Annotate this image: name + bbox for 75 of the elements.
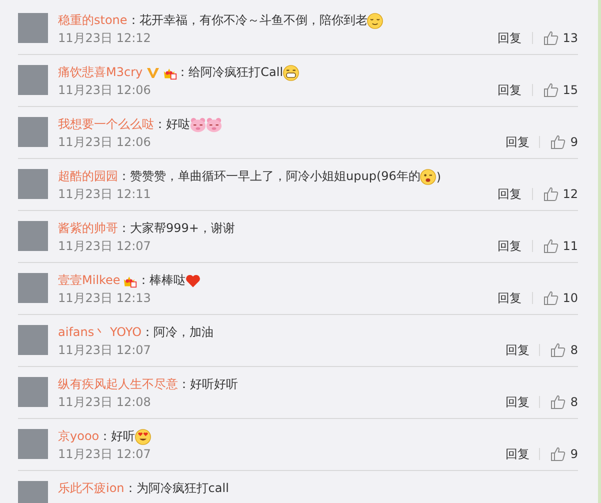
reply-link[interactable]: 回复 [505,394,530,410]
reply-link[interactable]: 回复 [505,134,530,150]
user-name-link[interactable]: aifans丶 YOYO [58,324,142,341]
avatar-photo-placeholder[interactable] [18,117,48,147]
user-name-link[interactable]: 酱紫的帅哥 [58,220,118,237]
thumbs-up-icon[interactable] [542,290,559,306]
smiley-face-icon [420,168,436,184]
like-count: 10 [562,291,578,305]
reply-link[interactable]: 回复 [498,290,522,306]
comment-date: 11月23日 12:07 [58,342,151,358]
user-name-link[interactable]: 我想要一个么么哒 [58,116,154,133]
pig-face-icon [206,116,222,132]
thumbs-up-icon[interactable] [550,394,566,410]
comment-text: ：给阿冷疯狂打Call [176,64,284,81]
avatar-photo-placeholder[interactable] [18,13,48,43]
like-count: 9 [570,447,578,461]
thumbs-up-icon[interactable] [542,30,559,46]
user-name-link[interactable]: 超酷的园园 [58,168,118,185]
comment-text: ：棒棒哒 [137,272,186,289]
pig-face-icon [190,116,206,132]
comment-date: 11月23日 12:12 [58,30,151,46]
reply-link[interactable]: 回复 [498,238,522,254]
comment-date: 11月23日 12:07 [58,446,151,462]
thumbs-up-icon[interactable] [550,342,566,358]
heart-icon [185,272,202,288]
user-name-link[interactable]: 纵有疾风起人生不尽意 [58,376,178,393]
reply-link[interactable]: 回复 [498,30,522,46]
avatar-photo-placeholder[interactable] [18,169,48,199]
comment-text: ：好哒 [154,116,190,133]
reply-link[interactable]: 回复 [498,186,522,202]
reply-link[interactable]: 回复 [505,446,530,462]
thumbs-up-icon[interactable] [550,134,566,150]
comment-text: ：赞赞赞，单曲循环一早上了，阿冷小姐姐upup(96年的 [118,168,420,185]
comment-date: 11月23日 12:07 [58,238,151,254]
user-name-link[interactable]: 乐此不疲ion [58,480,124,497]
avatar-photo-placeholder[interactable] [18,221,48,251]
comment-text: ：阿冷，加油 [142,324,214,341]
comment-date: 11月23日 12:13 [58,290,151,306]
comment-date: 11月23日 12:11 [58,186,151,202]
avatar-photo-placeholder[interactable] [18,273,48,303]
like-count: 8 [570,395,578,409]
comment-text: ：为阿冷疯狂打call [124,480,229,497]
thumbs-up-icon[interactable] [550,446,566,462]
user-name-link[interactable]: 痛饮悲喜M3cry [58,64,143,81]
v-icon [146,66,160,80]
comment-date: 11月23日 12:06 [58,82,151,98]
avatar-photo-placeholder[interactable] [18,377,48,407]
thumbs-up-icon[interactable] [542,186,559,202]
avatar-photo-placeholder[interactable] [18,65,48,95]
comment-text: ：大家帮999+，谢谢 [118,220,235,237]
comment-text: ：花开幸福，有你不冷～斗鱼不倒，陪你到老 [127,12,368,29]
smiley-face-icon [367,12,384,28]
comment-date: 11月23日 12:06 [58,134,151,150]
user-name-link[interactable]: 稳重的stone [58,12,128,29]
avatar-photo-placeholder[interactable] [18,481,48,503]
comment-text: ) [436,170,442,184]
smiley-face-icon [283,64,300,80]
reply-link[interactable]: 回复 [498,82,522,98]
smiley-face-icon [135,428,152,444]
comment-text: ：好听好听 [178,376,238,393]
thumbs-up-icon[interactable] [542,238,559,254]
like-count: 9 [570,135,578,149]
like-count: 11 [562,239,578,253]
like-count: 15 [562,83,578,97]
avatar-photo-placeholder[interactable] [18,325,48,355]
like-count: 8 [570,343,578,357]
thumbs-up-icon[interactable] [542,82,559,98]
reply-link[interactable]: 回复 [505,342,530,358]
like-count: 13 [562,31,578,45]
like-count: 12 [562,187,578,201]
comment-date: 11月23日 12:08 [58,394,151,410]
user-name-link[interactable]: 壹壹Milkee [58,272,120,289]
avatar-photo-placeholder[interactable] [18,429,48,459]
comment-text: ：好听 [99,428,136,445]
user-name-link[interactable]: 京yooo [58,428,100,445]
